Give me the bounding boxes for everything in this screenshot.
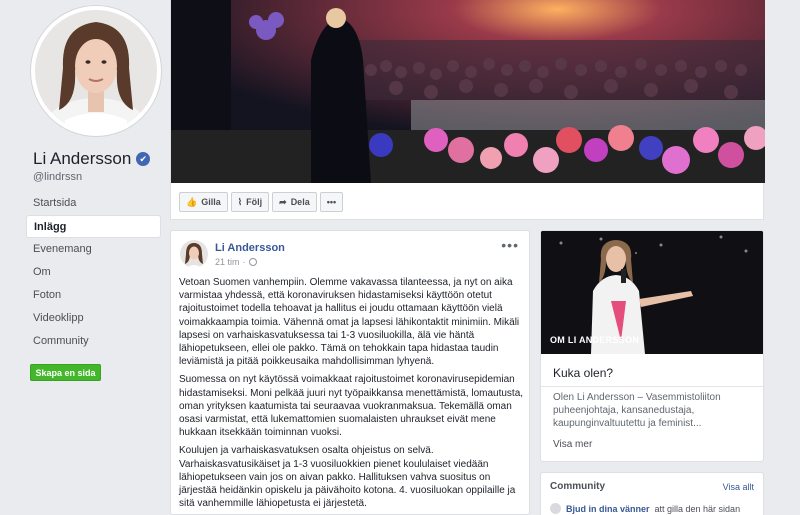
cover-card: 👍 Gilla ⌇ Följ ➦ Dela ••• xyxy=(170,0,765,220)
post-paragraph: Vetoan Suomen vanhempiin. Olemme vakavas… xyxy=(179,277,520,368)
follow-button[interactable]: ⌇ Följ xyxy=(230,192,270,212)
globe-icon xyxy=(248,258,257,266)
share-button[interactable]: ➦ Dela xyxy=(272,192,317,212)
nav-item-evenemang[interactable]: Evenemang xyxy=(26,238,161,261)
profile-picture[interactable] xyxy=(31,6,161,136)
verified-badge-icon: ✔ xyxy=(136,152,151,166)
post-paragraph: Koulujen ja varhaiskasvatuksen osalta oh… xyxy=(179,445,516,510)
page-title: Li Andersson ✔ xyxy=(33,149,151,169)
nav-item-videoklipp[interactable]: Videoklipp xyxy=(26,307,161,330)
rss-icon: ⌇ xyxy=(237,196,243,207)
cover-photo[interactable] xyxy=(171,0,765,183)
see-all-link[interactable]: Visa allt xyxy=(723,482,754,492)
left-column: Li Andersson ✔ @lindrssn Startsida Inläg… xyxy=(0,0,170,515)
thumbs-up-icon: 👍 xyxy=(186,196,198,207)
nav-item-inlagg[interactable]: Inlägg xyxy=(26,215,161,238)
more-actions-button[interactable]: ••• xyxy=(319,192,344,212)
nav-item-community[interactable]: Community xyxy=(26,330,161,353)
nav-item-om[interactable]: Om xyxy=(26,261,161,284)
post-author-avatar[interactable] xyxy=(180,240,208,268)
page-actions: 👍 Gilla ⌇ Följ ➦ Dela ••• xyxy=(179,192,344,212)
post-card: Li Andersson 21 tim · ••• Vetoan Suomen … xyxy=(170,230,530,515)
avatar xyxy=(35,10,157,132)
invite-friends-text: att gilla den här sidan xyxy=(654,503,741,514)
invite-friends-link[interactable]: Bjud in dina vänner xyxy=(566,504,650,514)
about-photo[interactable]: OM LI ANDERSSON xyxy=(541,231,763,354)
post-author-name[interactable]: Li Andersson xyxy=(215,242,285,254)
share-label: Dela xyxy=(290,197,310,207)
about-description: Olen Li Andersson – Vasemmistoliiton puh… xyxy=(553,392,721,429)
share-arrow-icon: ➦ xyxy=(279,196,287,207)
like-label: Gilla xyxy=(201,197,221,207)
post-options-icon[interactable]: ••• xyxy=(501,237,519,253)
post-timestamp[interactable]: 21 tim xyxy=(215,257,240,267)
page-handle[interactable]: @lindrssn xyxy=(33,171,82,183)
invite-friends-icon xyxy=(550,503,561,514)
post-meta: 21 tim · xyxy=(215,257,257,267)
follow-label: Följ xyxy=(246,197,263,207)
about-title: Kuka olen? xyxy=(553,366,614,380)
post-paragraph: Suomessa on nyt käytössä voimakkaat rajo… xyxy=(179,374,524,439)
see-more-link[interactable]: Visa mer xyxy=(553,439,592,450)
nav-item-foton[interactable]: Foton xyxy=(26,284,161,307)
about-caption: OM LI ANDERSSON xyxy=(550,335,640,345)
community-card: Community Visa allt Bjud in dina vänner … xyxy=(540,472,764,515)
page-nav: Startsida Inlägg Evenemang Om Foton Vide… xyxy=(26,192,161,353)
invite-friends-row: Bjud in dina vänner att gilla den här si… xyxy=(550,503,740,514)
page-name-text: Li Andersson xyxy=(33,149,132,168)
like-button[interactable]: 👍 Gilla xyxy=(179,192,228,212)
nav-item-startsida[interactable]: Startsida xyxy=(26,192,161,215)
post-text: Vetoan Suomen vanhempiin. Olemme vakavas… xyxy=(179,276,525,515)
about-card: OM LI ANDERSSON Kuka olen? Olen Li Ander… xyxy=(540,230,764,462)
divider xyxy=(541,386,763,387)
create-page-button[interactable]: Skapa en sida xyxy=(30,364,101,381)
community-title: Community xyxy=(550,481,605,492)
